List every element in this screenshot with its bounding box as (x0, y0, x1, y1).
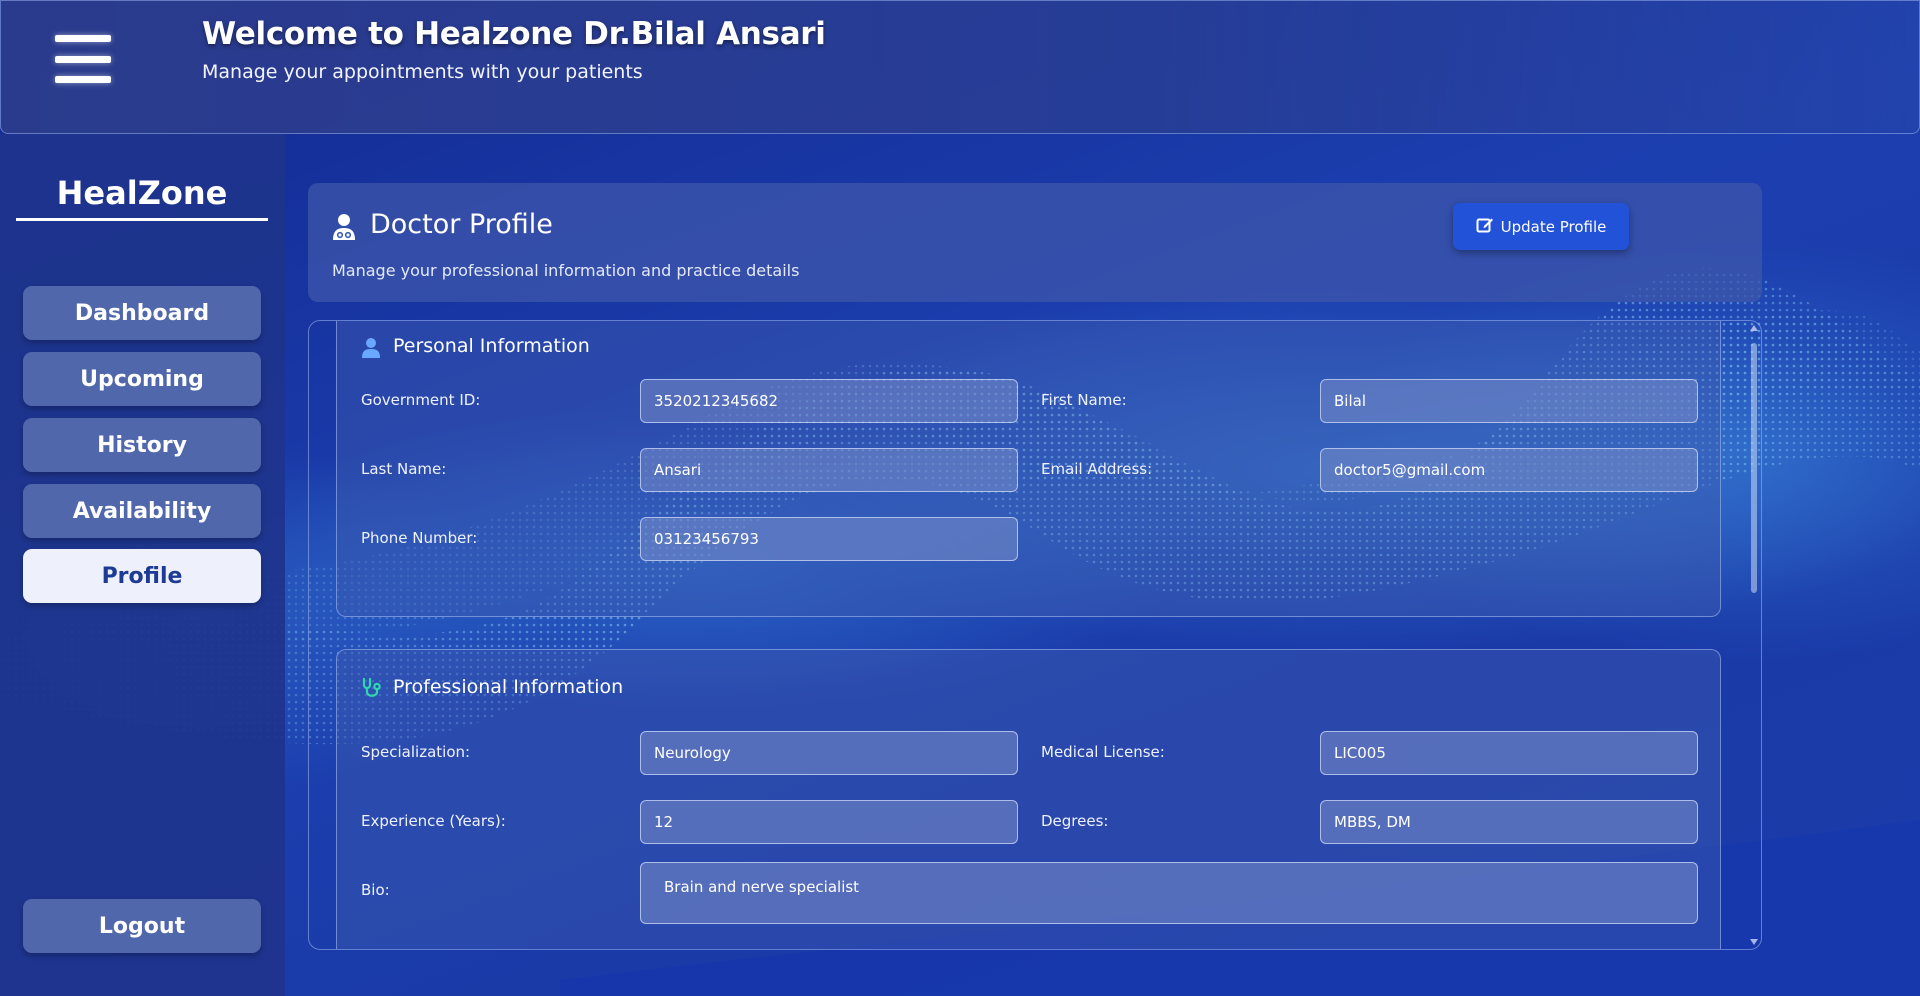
last-name-label: Last Name: (361, 460, 447, 478)
specialization-field[interactable]: Neurology (640, 731, 1018, 775)
sidebar-item-availability[interactable]: Availability (23, 484, 261, 538)
experience-field[interactable]: 12 (640, 800, 1018, 844)
personal-info-title: Personal Information (393, 335, 590, 357)
phone-label: Phone Number: (361, 529, 478, 547)
personal-info-section: Personal Information Government ID: 3520… (336, 321, 1721, 617)
update-profile-button[interactable]: Update Profile (1453, 203, 1629, 250)
first-name-label: First Name: (1041, 391, 1127, 409)
vertical-scrollbar[interactable] (1749, 325, 1759, 945)
phone-field[interactable]: 03123456793 (640, 517, 1018, 561)
email-label: Email Address: (1041, 460, 1153, 478)
last-name-field[interactable]: Ansari (640, 448, 1018, 492)
page-title: Doctor Profile (370, 209, 553, 240)
bio-textarea[interactable]: Brain and nerve specialist (640, 862, 1698, 924)
edit-icon (1476, 216, 1494, 238)
top-header: Welcome to Healzone Dr.Bilal Ansari Mana… (0, 0, 1920, 134)
professional-info-title: Professional Information (393, 676, 624, 698)
sidebar-item-upcoming[interactable]: Upcoming (23, 352, 261, 406)
brand-logo-text: HealZone (16, 174, 268, 221)
government-id-field[interactable]: 3520212345682 (640, 379, 1018, 423)
sidebar-item-history[interactable]: History (23, 418, 261, 472)
degrees-field[interactable]: MBBS, DM (1320, 800, 1698, 844)
email-field[interactable]: doctor5@gmail.com (1320, 448, 1698, 492)
first-name-field[interactable]: Bilal (1320, 379, 1698, 423)
doctor-icon (332, 213, 356, 241)
professional-info-section: Professional Information Specialization:… (336, 649, 1721, 949)
sidebar-item-profile[interactable]: Profile (23, 549, 261, 603)
header-subtitle: Manage your appointments with your patie… (202, 61, 643, 83)
logout-button[interactable]: Logout (23, 899, 261, 953)
profile-form-panel[interactable]: Personal Information Government ID: 3520… (308, 320, 1762, 950)
specialization-label: Specialization: (361, 743, 471, 761)
scrollbar-thumb[interactable] (1751, 343, 1757, 593)
medical-license-label: Medical License: (1041, 743, 1165, 761)
profile-header-card: Doctor Profile Manage your professional … (308, 183, 1762, 302)
scroll-up-arrow-icon[interactable] (1750, 325, 1758, 331)
page-description: Manage your professional information and… (332, 261, 800, 280)
government-id-label: Government ID: (361, 391, 481, 409)
welcome-title: Welcome to Healzone Dr.Bilal Ansari (202, 16, 826, 52)
medical-license-field[interactable]: LIC005 (1320, 731, 1698, 775)
sidebar-item-dashboard[interactable]: Dashboard (23, 286, 261, 340)
experience-label: Experience (Years): (361, 812, 506, 830)
update-profile-label: Update Profile (1500, 217, 1607, 236)
sidebar: HealZone Dashboard Upcoming History Avai… (0, 134, 285, 996)
user-icon (361, 337, 381, 363)
stethoscope-icon (361, 677, 383, 703)
hamburger-menu-icon[interactable] (55, 35, 111, 83)
bio-label: Bio: (361, 881, 390, 899)
scroll-down-arrow-icon[interactable] (1750, 939, 1758, 945)
degrees-label: Degrees: (1041, 812, 1109, 830)
